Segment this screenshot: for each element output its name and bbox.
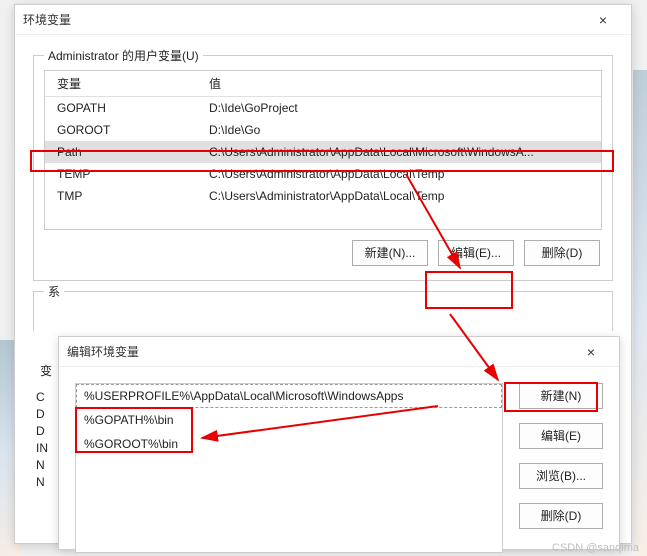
browse-button[interactable]: 浏览(B)... (519, 463, 603, 489)
new-button[interactable]: 新建(N) (519, 383, 603, 409)
cell-var: Path (45, 145, 205, 159)
watermark: CSDN @sanqima (552, 542, 639, 554)
table-header: 变量 值 (45, 71, 601, 97)
list-item[interactable]: %GOPATH%\bin (76, 408, 502, 432)
system-vars-group-partial: 系 (33, 291, 613, 331)
path-list[interactable]: %USERPROFILE%\AppData\Local\Microsoft\Wi… (75, 383, 503, 553)
cell-val: C:\Users\Administrator\AppData\Local\Tem… (205, 189, 601, 203)
user-vars-table[interactable]: 变量 值 GOPATH D:\Ide\GoProject GOROOT D:\I… (44, 70, 602, 230)
edit-env-var-titlebar: 编辑环境变量 × (59, 337, 619, 367)
delete-button[interactable]: 删除(D) (524, 240, 600, 266)
col-header-val: 值 (205, 75, 601, 92)
table-row[interactable]: TMP C:\Users\Administrator\AppData\Local… (45, 185, 601, 207)
edit-button[interactable]: 编辑(E)... (438, 240, 514, 266)
user-vars-buttons: 新建(N)... 编辑(E)... 删除(D) (44, 230, 602, 270)
table-row[interactable]: GOPATH D:\Ide\GoProject (45, 97, 601, 119)
list-item[interactable]: %USERPROFILE%\AppData\Local\Microsoft\Wi… (76, 384, 502, 408)
close-icon[interactable]: × (583, 12, 623, 28)
env-vars-title: 环境变量 (23, 11, 583, 28)
delete-button[interactable]: 删除(D) (519, 503, 603, 529)
user-vars-group: Administrator 的用户变量(U) 变量 值 GOPATH D:\Id… (33, 55, 613, 281)
cell-var: GOPATH (45, 101, 205, 115)
table-row-selected[interactable]: Path C:\Users\Administrator\AppData\Loca… (45, 141, 601, 163)
cell-val: D:\Ide\Go (205, 123, 601, 137)
cell-val: C:\Users\Administrator\AppData\Local\Tem… (205, 167, 601, 181)
col-header-var: 变量 (45, 75, 205, 92)
cell-val: C:\Users\Administrator\AppData\Local\Mic… (205, 145, 601, 159)
edit-env-var-title: 编辑环境变量 (67, 343, 571, 360)
edit-env-var-window: 编辑环境变量 × %USERPROFILE%\AppData\Local\Mic… (58, 336, 620, 550)
cell-var: GOROOT (45, 123, 205, 137)
new-button[interactable]: 新建(N)... (352, 240, 428, 266)
table-row[interactable]: GOROOT D:\Ide\Go (45, 119, 601, 141)
env-vars-titlebar: 环境变量 × (15, 5, 631, 35)
edit-button[interactable]: 编辑(E) (519, 423, 603, 449)
table-row[interactable]: TEMP C:\Users\Administrator\AppData\Loca… (45, 163, 601, 185)
cell-var: TEMP (45, 167, 205, 181)
cell-val: D:\Ide\GoProject (205, 101, 601, 115)
cell-var: TMP (45, 189, 205, 203)
list-item[interactable]: %GOROOT%\bin (76, 432, 502, 456)
user-vars-group-label: Administrator 的用户变量(U) (44, 47, 203, 64)
edit-side-buttons: 新建(N) 编辑(E) 浏览(B)... 删除(D) (519, 383, 603, 553)
close-icon[interactable]: × (571, 344, 611, 360)
system-vars-group-label: 系 (44, 283, 64, 300)
